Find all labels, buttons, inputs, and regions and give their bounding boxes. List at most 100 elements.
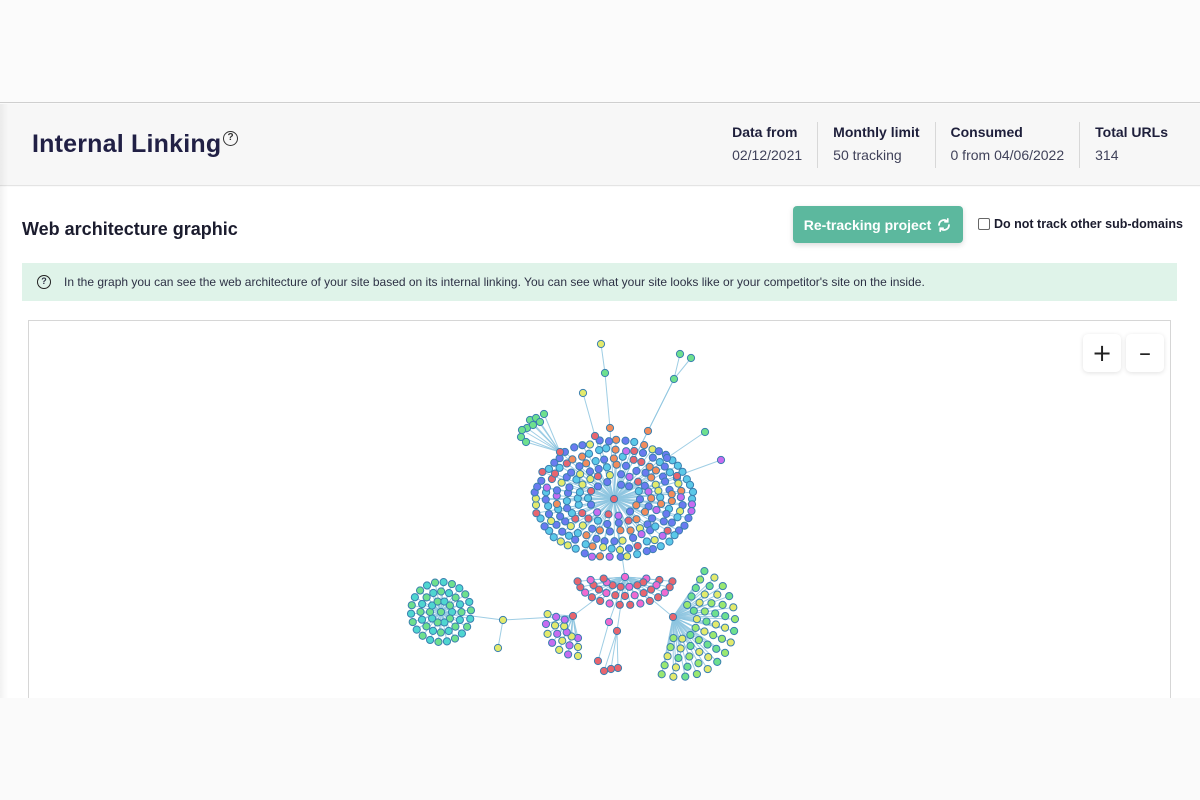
graph-node[interactable]	[407, 601, 416, 610]
graph-node[interactable]	[674, 479, 683, 488]
graph-node[interactable]	[686, 641, 695, 651]
graph-node[interactable]	[610, 537, 619, 546]
graph-node[interactable]	[694, 659, 703, 668]
graph-node[interactable]	[624, 544, 634, 553]
graph-node[interactable]	[658, 531, 667, 540]
graph-node[interactable]	[465, 597, 474, 607]
subdomains-checkbox[interactable]	[978, 218, 990, 230]
graph-node[interactable]	[673, 513, 682, 522]
graph-node[interactable]	[587, 552, 597, 561]
graph-node[interactable]	[535, 417, 545, 427]
graph-node[interactable]	[555, 645, 564, 654]
graph-node[interactable]	[593, 656, 603, 666]
graph-node[interactable]	[600, 368, 610, 378]
graph-node[interactable]	[683, 662, 692, 671]
graph-node[interactable]	[602, 444, 611, 453]
graph-node[interactable]	[434, 637, 443, 646]
graph-node[interactable]	[552, 499, 561, 509]
graph-node[interactable]	[634, 477, 643, 486]
architecture-graph[interactable]: + –	[28, 320, 1171, 700]
graph-node[interactable]	[651, 522, 660, 531]
graph-node[interactable]	[660, 661, 669, 670]
graph-node[interactable]	[537, 476, 546, 485]
graph-node[interactable]	[647, 494, 656, 503]
graph-node[interactable]	[410, 593, 419, 602]
graph-node[interactable]	[629, 455, 638, 464]
graph-node[interactable]	[720, 623, 730, 632]
graph-node[interactable]	[587, 593, 596, 602]
graph-node[interactable]	[676, 644, 685, 653]
graph-node[interactable]	[584, 449, 594, 458]
graph-node[interactable]	[580, 549, 589, 558]
graph-node[interactable]	[578, 441, 587, 450]
graph-node[interactable]	[622, 447, 631, 456]
graph-node[interactable]	[667, 518, 676, 527]
graph-node[interactable]	[612, 435, 621, 444]
graph-node[interactable]	[429, 588, 438, 598]
graph-node[interactable]	[568, 611, 578, 621]
graph-node[interactable]	[603, 519, 612, 529]
graph-node[interactable]	[713, 590, 722, 599]
graph-node[interactable]	[625, 507, 635, 516]
graph-node[interactable]	[695, 647, 704, 657]
graph-node[interactable]	[562, 496, 571, 506]
graph-node[interactable]	[626, 600, 635, 609]
graph-node[interactable]	[418, 599, 427, 609]
graph-node[interactable]	[455, 584, 464, 593]
graph-node[interactable]	[417, 615, 427, 624]
graph-node[interactable]	[600, 455, 609, 464]
graph-node[interactable]	[444, 589, 454, 598]
graph-node[interactable]	[605, 552, 614, 561]
graph-node[interactable]	[590, 431, 600, 441]
graph-node[interactable]	[669, 374, 679, 384]
graph-node[interactable]	[711, 620, 720, 629]
graph-node[interactable]	[433, 597, 442, 606]
graph-node[interactable]	[422, 622, 431, 631]
graph-node[interactable]	[614, 518, 623, 527]
graph-node[interactable]	[548, 638, 557, 647]
graph-node[interactable]	[669, 634, 678, 643]
graph-node[interactable]	[711, 609, 720, 618]
graph-node[interactable]	[650, 535, 659, 545]
graph-node[interactable]	[541, 495, 550, 504]
graph-node[interactable]	[647, 585, 656, 594]
graph-node[interactable]	[528, 420, 538, 430]
graph-node[interactable]	[412, 625, 421, 634]
graph-node[interactable]	[611, 445, 620, 454]
graph-node[interactable]	[625, 472, 634, 481]
graph-node[interactable]	[687, 500, 697, 509]
graph-node[interactable]	[555, 447, 565, 457]
graph-node[interactable]	[563, 541, 572, 550]
graph-node[interactable]	[573, 642, 583, 652]
retrack-project-button[interactable]: Re-tracking project	[793, 206, 963, 243]
graph-node[interactable]	[591, 457, 600, 466]
graph-node[interactable]	[549, 533, 558, 542]
graph-node[interactable]	[586, 575, 595, 585]
graph-node[interactable]	[493, 643, 503, 653]
graph-node[interactable]	[624, 482, 634, 491]
graph-node[interactable]	[616, 582, 625, 591]
graph-node[interactable]	[445, 601, 454, 610]
graph-node[interactable]	[633, 581, 642, 590]
graph-node[interactable]	[634, 487, 643, 496]
graph-node[interactable]	[466, 606, 476, 615]
graph-node[interactable]	[463, 622, 472, 631]
graph-node[interactable]	[604, 437, 614, 446]
graph-node[interactable]	[616, 470, 626, 479]
graph-node[interactable]	[718, 581, 727, 591]
graph-node[interactable]	[615, 600, 624, 609]
graph-node[interactable]	[599, 574, 608, 583]
graph-node[interactable]	[652, 505, 661, 515]
graph-node[interactable]	[665, 537, 674, 546]
graph-node[interactable]	[607, 544, 616, 553]
graph-node[interactable]	[439, 578, 448, 587]
graph-node[interactable]	[612, 626, 622, 636]
graph-node[interactable]	[648, 453, 657, 462]
graph-node[interactable]	[692, 615, 702, 624]
graph-node[interactable]	[408, 617, 417, 627]
graph-node[interactable]	[695, 598, 704, 607]
graph-node[interactable]	[588, 524, 597, 533]
graph-node[interactable]	[674, 653, 683, 663]
graph-node[interactable]	[632, 501, 641, 510]
graph-node[interactable]	[573, 577, 582, 586]
